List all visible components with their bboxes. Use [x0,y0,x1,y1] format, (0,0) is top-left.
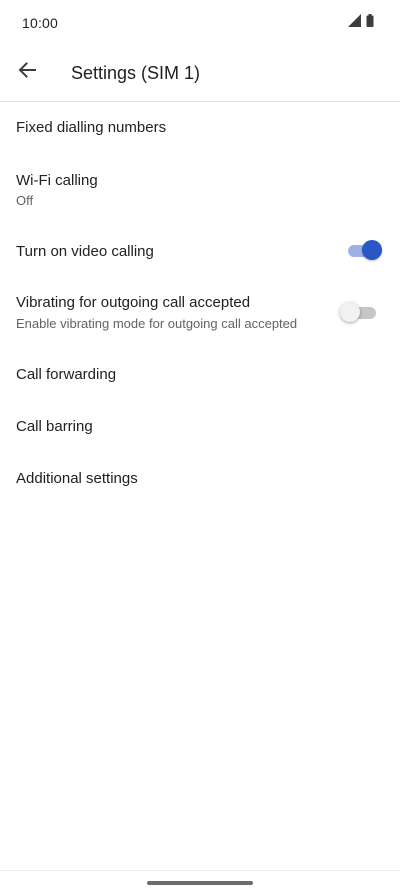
setting-call-forwarding[interactable]: Call forwarding [0,344,400,396]
toggle-thumb [362,240,382,260]
status-icons [348,14,374,32]
status-bar: 10:00 [0,0,400,46]
setting-call-barring[interactable]: Call barring [0,396,400,448]
settings-screen: 10:00 Settings (SIM 1) Fixed dialling nu… [0,0,400,895]
video-calling-toggle[interactable] [348,240,382,260]
setting-title: Turn on video calling [16,243,154,260]
vibrating-toggle[interactable] [340,302,376,322]
signal-icon [348,14,361,32]
toggle-thumb [340,302,360,322]
setting-vibrating-outgoing-call[interactable]: Vibrating for outgoing call accepted Ena… [0,276,400,344]
setting-video-calling[interactable]: Turn on video calling [0,224,400,276]
setting-additional-settings[interactable]: Additional settings [0,448,400,500]
setting-subtitle: Off [16,193,34,208]
app-bar: Settings (SIM 1) [0,46,400,101]
setting-subtitle: Enable vibrating mode for outgoing call … [16,316,298,331]
setting-fixed-dialling-numbers[interactable]: Fixed dialling numbers [0,102,400,154]
setting-title: Vibrating for outgoing call accepted [16,294,251,311]
back-button[interactable] [11,56,43,88]
status-time: 10:00 [22,15,59,31]
home-gesture-handle[interactable] [147,881,253,885]
arrow-back-icon [18,61,36,84]
page-title: Settings (SIM 1) [71,63,201,83]
setting-title: Wi-Fi calling [16,172,98,189]
setting-title: Additional settings [16,470,138,487]
battery-icon [366,14,374,32]
setting-title: Call forwarding [16,366,117,383]
setting-wifi-calling[interactable]: Wi-Fi calling Off [0,154,400,224]
nav-bar-divider [0,870,400,871]
setting-title: Call barring [16,418,93,435]
setting-title: Fixed dialling numbers [16,119,167,136]
